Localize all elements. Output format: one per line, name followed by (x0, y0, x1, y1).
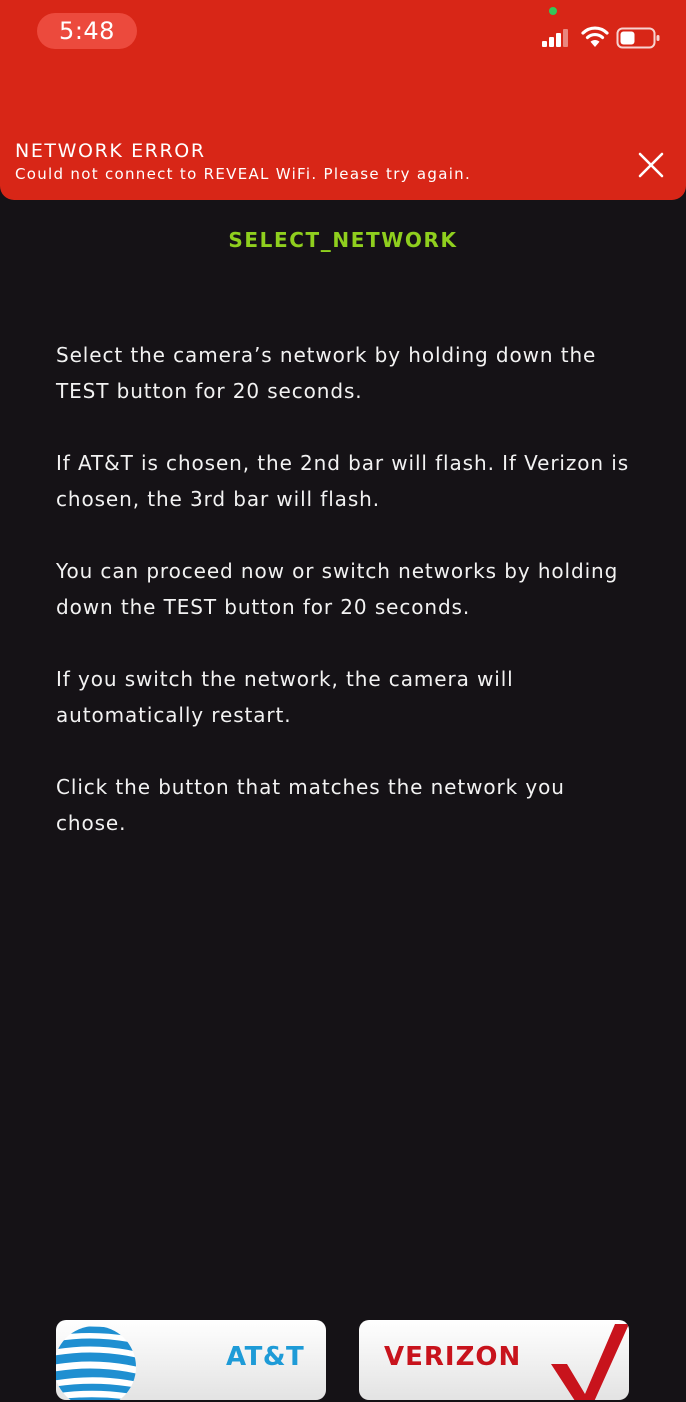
close-error-button[interactable] (636, 150, 666, 180)
instruction-paragraph: Select the camera’s network by holding d… (56, 343, 597, 403)
select-network-screen: 5:48 NETWORK ERROR Could not connect to … (0, 0, 686, 1402)
instruction-paragraph: If AT&T is chosen, the 2nd bar will flas… (56, 451, 630, 511)
battery-icon (616, 27, 660, 49)
att-globe-icon (56, 1326, 136, 1400)
verizon-button[interactable]: VERIZON (359, 1320, 629, 1400)
error-title: NETWORK ERROR (15, 140, 206, 162)
instruction-paragraph: Click the button that matches the networ… (56, 775, 565, 835)
cellular-signal-icon (542, 29, 568, 47)
error-message: Could not connect to REVEAL WiFi. Please… (15, 165, 472, 183)
att-button[interactable]: AT&T (56, 1320, 326, 1400)
camera-indicator-dot (549, 7, 557, 15)
network-error-banner: 5:48 NETWORK ERROR Could not connect to … (0, 0, 686, 200)
wifi-icon (581, 26, 609, 47)
verizon-check-icon (551, 1324, 629, 1400)
instruction-paragraph: You can proceed now or switch networks b… (56, 559, 619, 619)
page-title: SELECT_NETWORK (228, 228, 458, 252)
status-icons (540, 24, 664, 52)
verizon-button-label: VERIZON (384, 1342, 522, 1372)
status-time: 5:48 (37, 13, 137, 49)
close-icon (638, 152, 664, 178)
instructions: Select the camera’s network by holding d… (56, 337, 636, 877)
instruction-paragraph: If you switch the network, the camera wi… (56, 667, 514, 727)
att-button-label: AT&T (226, 1342, 305, 1372)
